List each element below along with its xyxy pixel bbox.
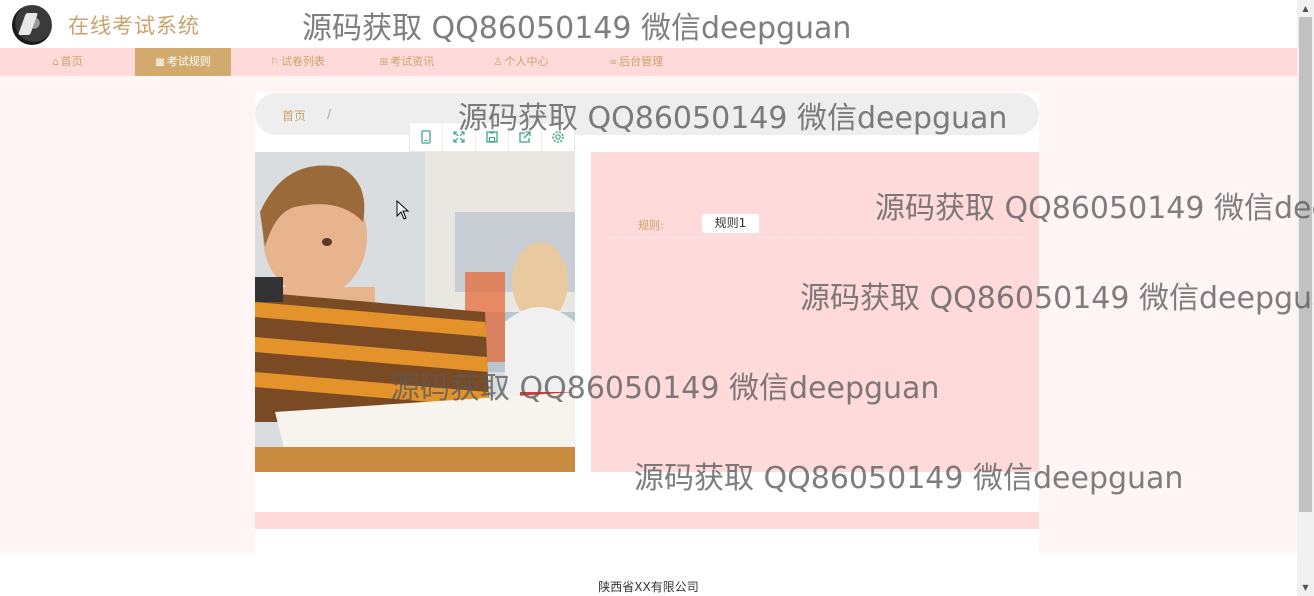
watermark: 源码获取 QQ86050149 微信deepguan [634,461,1184,496]
user-icon: ♙ [493,57,503,68]
scroll-down-icon[interactable]: ▼ [1297,579,1314,596]
site-logo[interactable] [12,5,52,45]
rule-divider [608,237,1023,238]
main-nav: ⌂ 首页 ▦ 考试规则 ⚐ 试卷列表 ⊞ 考试资讯 ♙ 个人中心 ∞ 后台管理 [0,48,1297,76]
footer-text: 陕西省XX有限公司 [598,580,699,594]
watermark: 源码获取 QQ86050149 微信deepguan [390,371,940,406]
tablet-icon[interactable] [410,123,443,151]
scroll-up-icon[interactable]: ▲ [1297,0,1314,17]
nav-item-admin[interactable]: ∞ 后台管理 [590,48,682,76]
watermark: 源码获取 QQ86050149 微信deepguan [875,191,1314,226]
content-bottom-bar [255,512,1039,529]
breadcrumb-home-link[interactable]: 首页 [282,107,306,124]
nav-item-exam-rules[interactable]: ▦ 考试规则 [135,48,231,76]
site-title[interactable]: 在线考试系统 [68,10,200,40]
mouse-cursor-icon [396,199,410,224]
rule-image-graphic [255,152,575,472]
scrollbar-thumb[interactable] [1299,17,1312,512]
flag-icon: ⚐ [270,57,279,68]
home-icon: ⌂ [52,57,59,68]
link-icon: ∞ [608,57,618,68]
breadcrumb-separator: / [327,107,332,121]
grid-icon: ⊞ [379,57,389,68]
watermark: 源码获取 QQ86050149 微信deepguan [458,101,1008,136]
rule-image [255,152,575,472]
watermark: 源码获取 QQ86050149 微信deepguan [302,11,852,46]
rule-value: 规则1 [702,214,759,233]
calendar-icon: ▦ [155,57,165,68]
nav-item-personal-center[interactable]: ♙ 个人中心 [476,48,566,76]
nav-item-home[interactable]: ⌂ 首页 [20,48,115,76]
nav-item-exam-news[interactable]: ⊞ 考试资讯 [362,48,452,76]
nav-item-paper-list[interactable]: ⚐ 试卷列表 [250,48,345,76]
watermark: 源码获取 QQ86050149 微信deepguan [800,281,1314,316]
rule-label: 规则: [638,219,664,232]
